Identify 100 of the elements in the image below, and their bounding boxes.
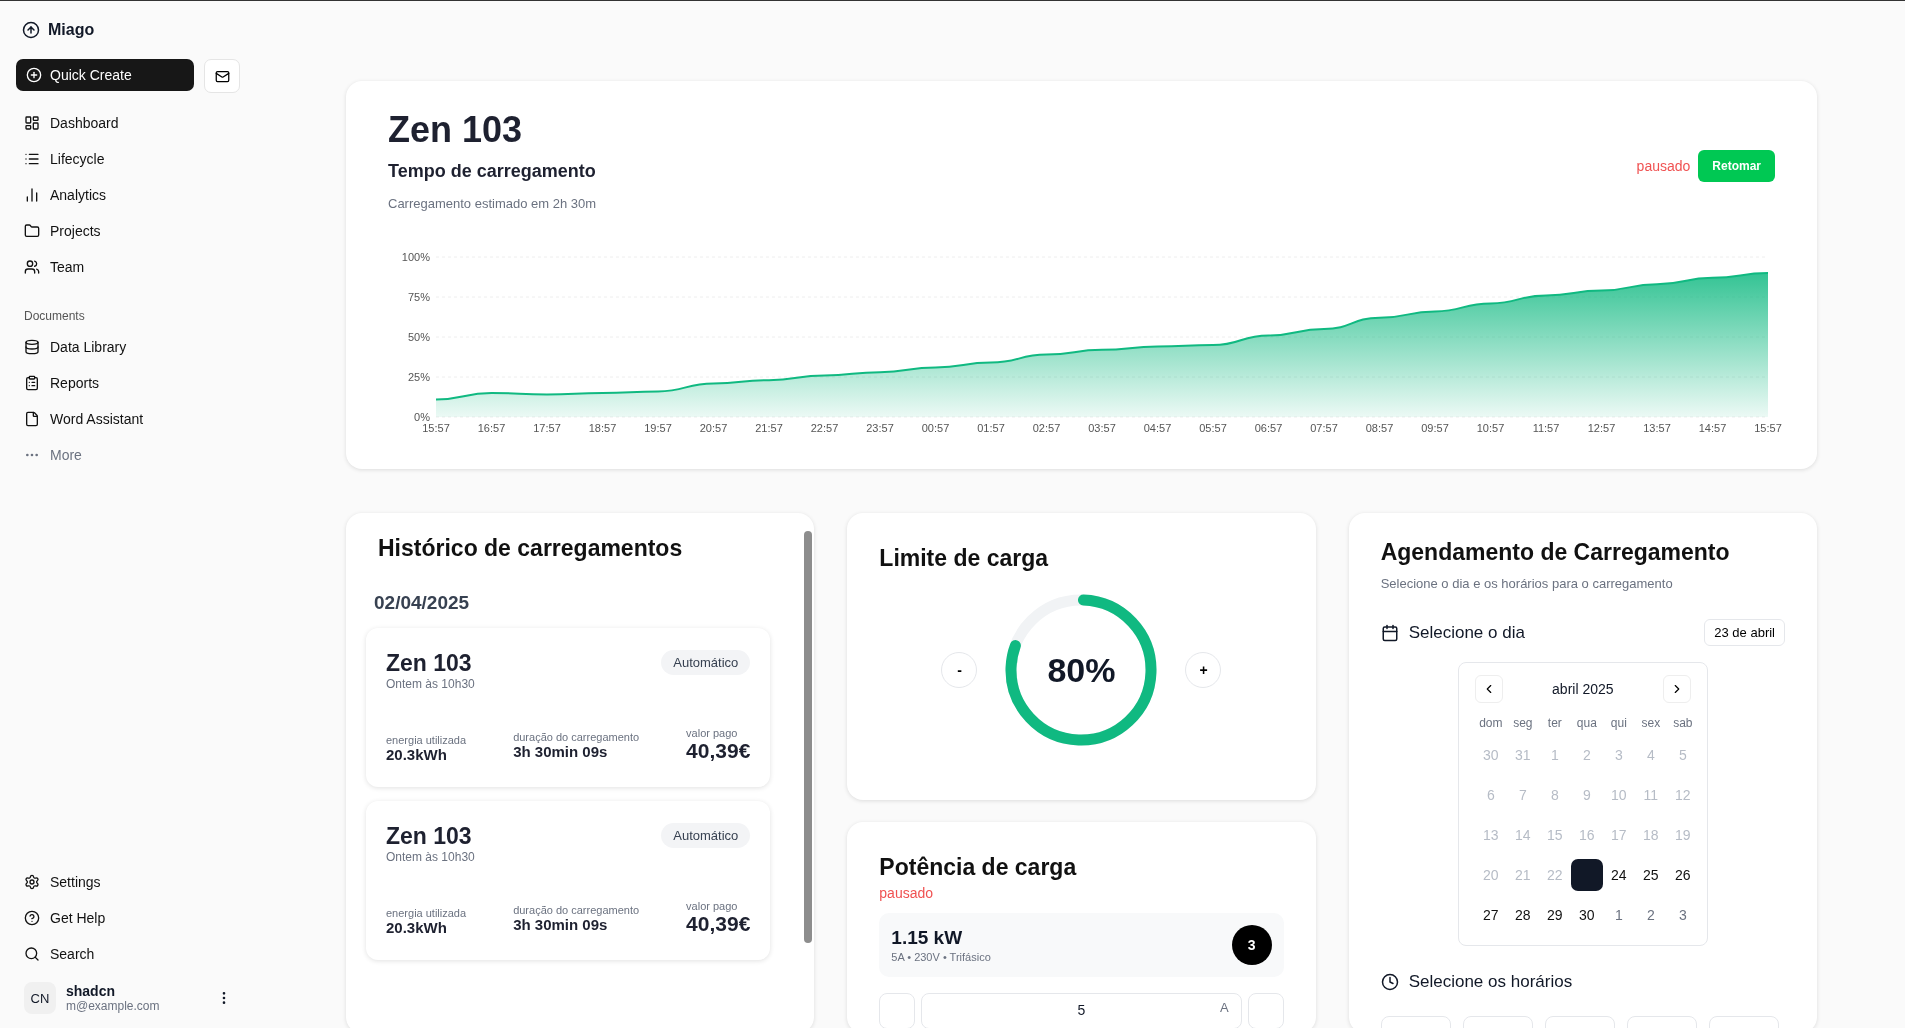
weekday-label: dom bbox=[1478, 715, 1504, 732]
axis-label: 100% bbox=[401, 251, 430, 263]
axis-label: 04:57 bbox=[1143, 422, 1172, 434]
axis-label: 07:57 bbox=[1310, 422, 1338, 434]
decrease-button[interactable]: - bbox=[941, 652, 978, 688]
axis-label: 15:57 bbox=[1754, 422, 1782, 434]
dashboard-icon bbox=[24, 115, 40, 131]
vehicle-title: Zen 103 bbox=[388, 109, 524, 151]
calendar-day[interactable]: 24 bbox=[1602, 859, 1635, 891]
status-text: pausado bbox=[1636, 158, 1691, 174]
scrollbar[interactable] bbox=[804, 531, 813, 943]
increase-button[interactable]: + bbox=[1185, 652, 1222, 688]
calendar-day[interactable]: 25 bbox=[1634, 859, 1667, 891]
axis-label: 25% bbox=[407, 371, 430, 383]
card-subtitle: Tempo de carregamento bbox=[388, 161, 596, 182]
stat-label: duração do carregamento bbox=[513, 904, 640, 916]
brand-name: Miago bbox=[48, 21, 95, 39]
quick-create-button[interactable]: Quick Create bbox=[16, 59, 194, 91]
calendar-day[interactable]: 3 bbox=[1666, 899, 1699, 931]
axis-label: 17:57 bbox=[533, 422, 561, 434]
help-icon bbox=[24, 910, 40, 926]
axis-label: 21:57 bbox=[755, 422, 783, 434]
axis-label: 10:57 bbox=[1476, 422, 1505, 434]
nav-item[interactable]: Reports bbox=[16, 365, 240, 401]
nav-item[interactable]: Analytics bbox=[16, 177, 240, 213]
weekday-label: qui bbox=[1609, 715, 1628, 732]
axis-label: 19:57 bbox=[644, 422, 672, 434]
list-icon bbox=[24, 151, 40, 167]
nav-item[interactable]: Lifecycle bbox=[16, 141, 240, 177]
weekday-label: sex bbox=[1640, 715, 1662, 732]
calendar-day[interactable]: 29 bbox=[1538, 899, 1571, 931]
price-value: 40,39€ bbox=[686, 739, 751, 763]
calendar-day[interactable]: 27 bbox=[1474, 899, 1507, 931]
nav-item[interactable]: Search bbox=[16, 936, 240, 972]
axis-label: 75% bbox=[407, 291, 430, 303]
avatar: CN bbox=[24, 982, 56, 1014]
axis-label: 12:57 bbox=[1587, 422, 1616, 434]
calendar-day[interactable]: 1 bbox=[1602, 899, 1635, 931]
card-title: Potência de carga bbox=[879, 854, 1078, 881]
calendar-day[interactable]: 28 bbox=[1506, 899, 1539, 931]
users-icon bbox=[24, 259, 40, 275]
date-button[interactable]: 23 de abril bbox=[1704, 619, 1785, 646]
calendar-day[interactable]: 2 bbox=[1634, 899, 1667, 931]
record-title: Zen 103 bbox=[386, 823, 473, 850]
weekday-label: sab bbox=[1672, 715, 1694, 732]
axis-label: 00:57 bbox=[921, 422, 950, 434]
mail-icon bbox=[214, 68, 230, 84]
calendar-day[interactable]: 26 bbox=[1666, 859, 1699, 891]
clipboard-icon bbox=[24, 375, 40, 391]
section-heading: Selecione o dia bbox=[1408, 622, 1525, 643]
card-title: Histórico de carregamentos bbox=[378, 535, 684, 562]
stat-label: valor pago bbox=[686, 727, 739, 739]
status-text: pausado bbox=[879, 885, 935, 901]
date-heading: 02/04/2025 bbox=[374, 592, 471, 614]
clock-icon bbox=[1380, 973, 1399, 991]
nav-item[interactable]: Settings bbox=[16, 864, 240, 900]
weekday-label: seg bbox=[1512, 715, 1534, 732]
user-email: m@example.com bbox=[66, 999, 161, 1013]
nav-item[interactable]: Team bbox=[16, 249, 240, 285]
nav-item[interactable]: Projects bbox=[16, 213, 240, 249]
more-link[interactable]: More bbox=[16, 437, 240, 473]
calendar-day[interactable]: 30 bbox=[1570, 899, 1603, 931]
axis-label: 50% bbox=[407, 331, 430, 343]
axis-label: 02:57 bbox=[1032, 422, 1061, 434]
bar-chart-icon bbox=[24, 187, 40, 203]
axis-label: 22:57 bbox=[810, 422, 839, 434]
phase-badge: 3 bbox=[1231, 925, 1272, 965]
previous-month-button[interactable] bbox=[1474, 675, 1503, 703]
card-title: Agendamento de Carregamento bbox=[1380, 539, 1731, 566]
file-icon bbox=[24, 411, 40, 427]
stat-label: energia utilizada bbox=[386, 907, 467, 919]
folder-icon bbox=[24, 223, 40, 239]
axis-label: 03:57 bbox=[1088, 422, 1116, 434]
stat-value: 3h 30min 09s bbox=[513, 916, 609, 933]
record-time: Ontem às 10h30 bbox=[386, 677, 475, 691]
nav-item[interactable]: Word Assistant bbox=[16, 401, 240, 437]
increase-button[interactable] bbox=[1247, 993, 1284, 1028]
axis-label: 16:57 bbox=[477, 422, 506, 434]
card-title: Limite de carga bbox=[879, 545, 1050, 572]
axis-label: 08:57 bbox=[1365, 422, 1394, 434]
decrease-button[interactable] bbox=[879, 993, 916, 1028]
mail-button[interactable] bbox=[204, 59, 240, 93]
nav-item[interactable]: Get Help bbox=[16, 900, 240, 936]
stat-label: energia utilizada bbox=[386, 734, 467, 746]
next-month-button[interactable] bbox=[1662, 675, 1691, 703]
stat-value: 3h 30min 09s bbox=[513, 743, 609, 760]
axis-label: 14:57 bbox=[1698, 422, 1727, 434]
record-time: Ontem às 10h30 bbox=[386, 850, 475, 864]
calendar-day[interactable] bbox=[1570, 859, 1603, 891]
axis-label: 11:57 bbox=[1532, 422, 1560, 434]
plus-circle-icon bbox=[26, 67, 42, 83]
nav-item[interactable]: Data Library bbox=[16, 329, 240, 365]
nav-item[interactable]: Dashboard bbox=[16, 105, 240, 141]
axis-label: 01:57 bbox=[977, 422, 1005, 434]
user-name: shadcn bbox=[66, 983, 116, 999]
axis-label: 23:57 bbox=[866, 422, 894, 434]
stat-label: valor pago bbox=[686, 900, 739, 912]
power-details: 5A • 230V • Trifásico bbox=[891, 951, 991, 963]
axis-label: 0% bbox=[414, 411, 430, 423]
axis-label: 13:57 bbox=[1643, 422, 1671, 434]
